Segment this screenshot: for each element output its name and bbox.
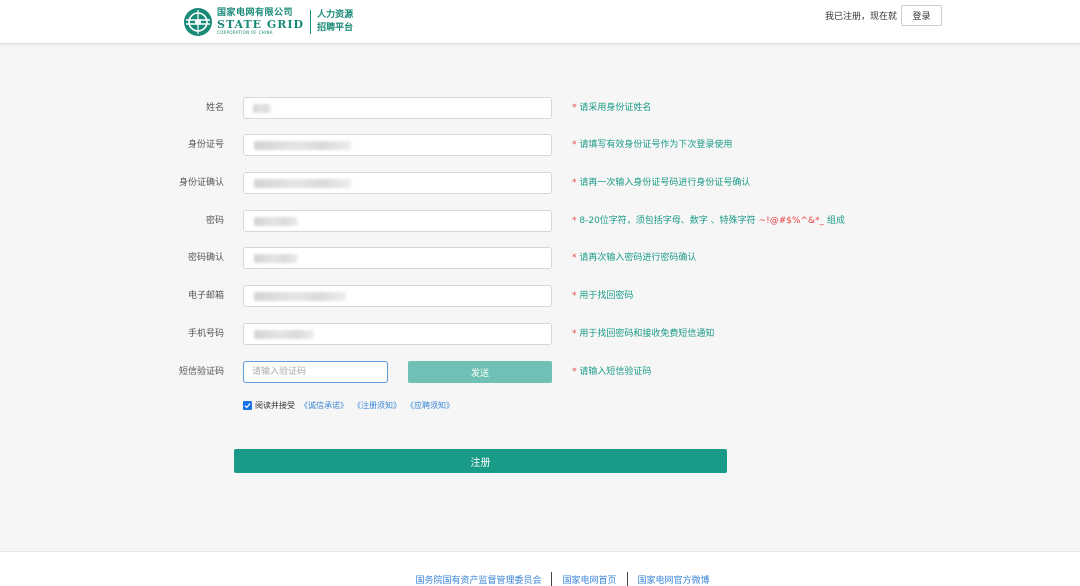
footer-link-sasac[interactable]: 国务院国有资产监督管理委员会 xyxy=(415,573,541,586)
form-row-password: 密码 * 8-20位字符，须包括字母、数字 、特殊字符 ~!@#$%^&*_ 组… xyxy=(0,210,1080,232)
name-input[interactable] xyxy=(243,97,552,119)
form-row-id-number: 身份证号 * 请填写有效身份证号作为下次登录使用 xyxy=(0,134,1080,156)
field-label-email: 电子邮箱 xyxy=(187,291,224,301)
agree-text: 阅读并接受 xyxy=(255,400,295,410)
agree-checkbox[interactable] xyxy=(243,400,252,410)
form-row-email: 电子邮箱 * 用于找回密码 xyxy=(0,285,1080,307)
footer-separator xyxy=(626,572,628,586)
field-hint-id-confirm: * 请再一次输入身份证号码进行身份证号确认 xyxy=(572,178,751,188)
id-confirm-input[interactable] xyxy=(243,172,552,194)
field-hint-email: * 用于找回密码 xyxy=(572,291,634,301)
registered-text: 我已注册，现在就 xyxy=(824,12,897,22)
application-notice-link[interactable]: 《应聘须知》 xyxy=(406,400,454,411)
login-button[interactable]: 登录 xyxy=(901,5,942,26)
form-row-sms: 短信验证码 请输入验证码 发送 * 请输入短信验证码 xyxy=(0,361,1080,383)
logo-sub-line2: 招聘平台 xyxy=(317,23,354,33)
field-label-id-number: 身份证号 xyxy=(187,140,224,150)
redacted-value xyxy=(254,254,298,263)
integrity-pledge-link[interactable]: 《诚信承诺》 xyxy=(300,400,348,411)
send-sms-button[interactable]: 发送 xyxy=(408,361,552,383)
redacted-value xyxy=(254,179,351,188)
header-bar: 国家电网有限公司 STATE GRID CORPORATION OF CHINA… xyxy=(0,0,1080,44)
phone-input[interactable] xyxy=(243,323,552,345)
field-label-id-confirm: 身份证确认 xyxy=(178,178,224,188)
field-hint-name: * 请采用身份证姓名 xyxy=(572,103,652,113)
registration-notice-link[interactable]: 《注册须知》 xyxy=(353,400,401,411)
logo-company-en: STATE GRID xyxy=(217,18,305,31)
field-hint-id-number: * 请填写有效身份证号作为下次登录使用 xyxy=(572,140,733,150)
check-icon xyxy=(244,402,251,408)
field-hint-password-confirm: * 请再次输入密码进行密码确认 xyxy=(572,253,697,263)
field-label-name: 姓名 xyxy=(205,103,224,113)
field-label-sms: 短信验证码 xyxy=(178,367,224,377)
header-login-area: 我已注册，现在就 登录 xyxy=(825,5,942,26)
redacted-value xyxy=(253,104,271,113)
field-label-phone: 手机号码 xyxy=(187,329,224,339)
footer-link-weibo[interactable]: 国家电网官方微博 xyxy=(638,573,710,586)
redacted-value xyxy=(254,330,314,339)
logo-company-cn: 国家电网有限公司 xyxy=(217,8,294,18)
email-input[interactable] xyxy=(243,285,552,307)
password-confirm-input[interactable] xyxy=(243,247,552,269)
form-row-password-confirm: 密码确认 * 请再次输入密码进行密码确认 xyxy=(0,247,1080,269)
state-grid-emblem-icon xyxy=(184,8,212,36)
logo-divider xyxy=(310,10,312,34)
form-row-id-confirm: 身份证确认 * 请再一次输入身份证号码进行身份证号确认 xyxy=(0,172,1080,194)
field-label-password-confirm: 密码确认 xyxy=(187,253,224,263)
redacted-value xyxy=(254,217,298,226)
field-hint-password: * 8-20位字符，须包括字母、数字 、特殊字符 ~!@#$%^&*_ 组成 xyxy=(572,216,845,226)
field-hint-sms: * 请输入短信验证码 xyxy=(572,367,652,377)
redacted-value xyxy=(254,292,346,301)
redacted-value xyxy=(254,141,351,150)
agreement-row: 阅读并接受 《诚信承诺》 《注册须知》 《应聘须知》 xyxy=(243,399,454,411)
form-row-name: 姓名 * 请采用身份证姓名 xyxy=(0,97,1080,119)
footer: 国务院国有资产监督管理委员会 国家电网首页 国家电网官方微博 xyxy=(0,551,1080,586)
footer-links: 国务院国有资产监督管理委员会 国家电网首页 国家电网官方微博 xyxy=(0,572,1080,586)
register-button[interactable]: 注册 xyxy=(234,449,727,473)
field-label-password: 密码 xyxy=(205,216,224,226)
footer-separator xyxy=(551,572,553,586)
logo-sub-line1: 人力资源 xyxy=(317,10,354,20)
form-row-phone: 手机号码 * 用于找回密码和接收免费短信通知 xyxy=(0,323,1080,345)
id-number-input[interactable] xyxy=(243,134,552,156)
logo-company-en-sub: CORPORATION OF CHINA xyxy=(217,30,273,35)
logo-wordmark: 国家电网有限公司 STATE GRID CORPORATION OF CHINA xyxy=(217,9,304,35)
sms-code-input[interactable]: 请输入验证码 xyxy=(243,361,388,383)
logo-subtitle: 人力资源 招聘平台 xyxy=(317,9,353,35)
password-input[interactable] xyxy=(243,210,552,232)
field-hint-phone: * 用于找回密码和接收免费短信通知 xyxy=(572,329,715,339)
logo[interactable]: 国家电网有限公司 STATE GRID CORPORATION OF CHINA… xyxy=(183,6,353,38)
footer-link-homepage[interactable]: 国家电网首页 xyxy=(562,573,616,586)
